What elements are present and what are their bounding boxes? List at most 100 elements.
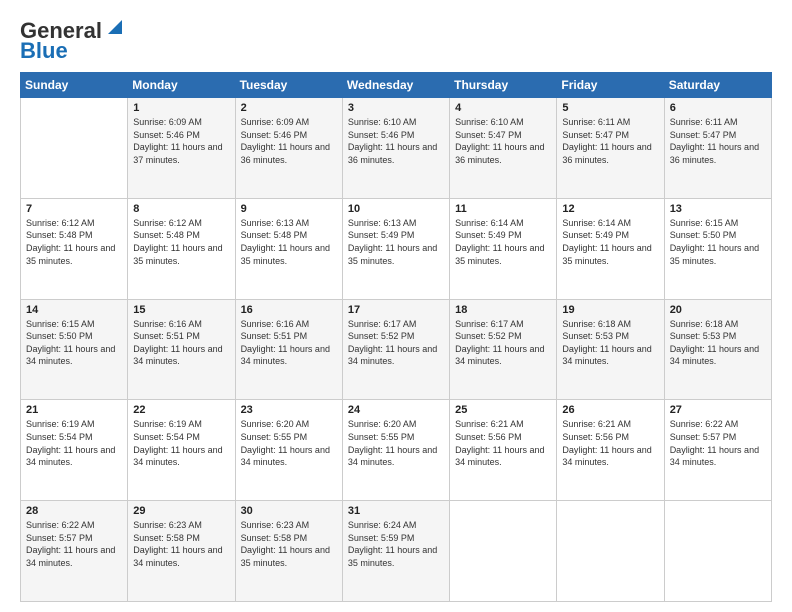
calendar-cell: 3Sunrise: 6:10 AMSunset: 5:46 PMDaylight… <box>342 98 449 199</box>
calendar-cell: 5Sunrise: 6:11 AMSunset: 5:47 PMDaylight… <box>557 98 664 199</box>
day-number: 27 <box>670 404 766 416</box>
calendar-table: SundayMondayTuesdayWednesdayThursdayFrid… <box>20 72 772 602</box>
calendar-cell: 9Sunrise: 6:13 AMSunset: 5:48 PMDaylight… <box>235 198 342 299</box>
calendar-cell <box>21 98 128 199</box>
calendar-cell: 8 Sunrise: 6:12 AMSunset: 5:48 PMDaylight… <box>128 198 235 299</box>
day-number: 21 <box>26 404 122 416</box>
day-info: Sunrise: 6:23 AMSunset: 5:58 PMDaylight:… <box>133 519 229 569</box>
calendar-cell: 17Sunrise: 6:17 AMSunset: 5:52 PMDayligh… <box>342 299 449 400</box>
day-number: 9 <box>241 203 337 215</box>
day-info: Sunrise: 6:16 AMSunset: 5:51 PMDaylight:… <box>133 318 229 368</box>
weekday-header-tuesday: Tuesday <box>235 73 342 98</box>
calendar-cell: 23 Sunrise: 6:20 AMSunset: 5:55 PMDayligh… <box>235 400 342 501</box>
day-number: 8 <box>133 203 229 215</box>
week-row-4: 21 Sunrise: 6:19 AMSunset: 5:54 PMDayligh… <box>21 400 772 501</box>
weekday-header-sunday: Sunday <box>21 73 128 98</box>
calendar-cell <box>557 501 664 602</box>
day-number: 13 <box>670 203 766 215</box>
day-info: Sunrise: 6:11 AMSunset: 5:47 PMDaylight:… <box>670 116 766 166</box>
weekday-header-monday: Monday <box>128 73 235 98</box>
day-number: 31 <box>348 505 444 517</box>
calendar-cell: 24 Sunrise: 6:20 AMSunset: 5:55 PMDayligh… <box>342 400 449 501</box>
day-number: 25 <box>455 404 551 416</box>
day-number: 24 <box>348 404 444 416</box>
weekday-header-wednesday: Wednesday <box>342 73 449 98</box>
calendar-cell: 29 Sunrise: 6:23 AMSunset: 5:58 PMDayligh… <box>128 501 235 602</box>
day-info: Sunrise: 6:24 AMSunset: 5:59 PMDaylight:… <box>348 519 444 569</box>
week-row-5: 28 Sunrise: 6:22 AMSunset: 5:57 PMDayligh… <box>21 501 772 602</box>
day-info: Sunrise: 6:09 AMSunset: 5:46 PMDaylight:… <box>133 116 229 166</box>
calendar-cell: 18 Sunrise: 6:17 AMSunset: 5:52 PMDayligh… <box>450 299 557 400</box>
calendar-cell: 30 Sunrise: 6:23 AMSunset: 5:58 PMDayligh… <box>235 501 342 602</box>
weekday-header-thursday: Thursday <box>450 73 557 98</box>
day-number: 18 <box>455 304 551 316</box>
day-info: Sunrise: 6:21 AMSunset: 5:56 PMDaylight:… <box>455 418 551 468</box>
day-info: Sunrise: 6:17 AMSunset: 5:52 PMDaylight:… <box>348 318 444 368</box>
day-info: Sunrise: 6:15 AMSunset: 5:50 PMDaylight:… <box>670 217 766 267</box>
day-number: 4 <box>455 102 551 114</box>
day-info: Sunrise: 6:18 AMSunset: 5:53 PMDaylight:… <box>670 318 766 368</box>
calendar-cell: 20 Sunrise: 6:18 AMSunset: 5:53 PMDayligh… <box>664 299 771 400</box>
day-info: Sunrise: 6:18 AMSunset: 5:53 PMDaylight:… <box>562 318 658 368</box>
day-number: 23 <box>241 404 337 416</box>
day-number: 16 <box>241 304 337 316</box>
logo: General Blue <box>20 16 126 62</box>
calendar-cell: 4 Sunrise: 6:10 AMSunset: 5:47 PMDaylight… <box>450 98 557 199</box>
day-number: 10 <box>348 203 444 215</box>
day-info: Sunrise: 6:22 AMSunset: 5:57 PMDaylight:… <box>26 519 122 569</box>
logo-blue: Blue <box>20 40 68 62</box>
logo-arrow-icon <box>104 16 126 38</box>
day-number: 19 <box>562 304 658 316</box>
calendar-cell: 7 Sunrise: 6:12 AMSunset: 5:48 PMDaylight… <box>21 198 128 299</box>
page: General Blue SundayMondayTuesdayWednesda… <box>0 0 792 612</box>
calendar-cell: 13 Sunrise: 6:15 AMSunset: 5:50 PMDayligh… <box>664 198 771 299</box>
day-number: 5 <box>562 102 658 114</box>
calendar-cell: 22 Sunrise: 6:19 AMSunset: 5:54 PMDayligh… <box>128 400 235 501</box>
day-number: 28 <box>26 505 122 517</box>
week-row-3: 14 Sunrise: 6:15 AMSunset: 5:50 PMDayligh… <box>21 299 772 400</box>
day-info: Sunrise: 6:22 AMSunset: 5:57 PMDaylight:… <box>670 418 766 468</box>
day-info: Sunrise: 6:14 AMSunset: 5:49 PMDaylight:… <box>562 217 658 267</box>
weekday-header-row: SundayMondayTuesdayWednesdayThursdayFrid… <box>21 73 772 98</box>
day-info: Sunrise: 6:19 AMSunset: 5:54 PMDaylight:… <box>133 418 229 468</box>
calendar-cell: 14 Sunrise: 6:15 AMSunset: 5:50 PMDayligh… <box>21 299 128 400</box>
day-number: 1 <box>133 102 229 114</box>
day-number: 12 <box>562 203 658 215</box>
day-number: 30 <box>241 505 337 517</box>
day-info: Sunrise: 6:17 AMSunset: 5:52 PMDaylight:… <box>455 318 551 368</box>
day-info: Sunrise: 6:19 AMSunset: 5:54 PMDaylight:… <box>26 418 122 468</box>
weekday-header-saturday: Saturday <box>664 73 771 98</box>
day-info: Sunrise: 6:13 AMSunset: 5:49 PMDaylight:… <box>348 217 444 267</box>
calendar-cell: 19 Sunrise: 6:18 AMSunset: 5:53 PMDayligh… <box>557 299 664 400</box>
calendar-cell: 12 Sunrise: 6:14 AMSunset: 5:49 PMDayligh… <box>557 198 664 299</box>
day-number: 11 <box>455 203 551 215</box>
day-number: 29 <box>133 505 229 517</box>
day-number: 7 <box>26 203 122 215</box>
header: General Blue <box>20 16 772 62</box>
day-info: Sunrise: 6:21 AMSunset: 5:56 PMDaylight:… <box>562 418 658 468</box>
day-number: 6 <box>670 102 766 114</box>
calendar-cell: 31 Sunrise: 6:24 AMSunset: 5:59 PMDayligh… <box>342 501 449 602</box>
calendar-cell: 10 Sunrise: 6:13 AMSunset: 5:49 PMDayligh… <box>342 198 449 299</box>
day-info: Sunrise: 6:20 AMSunset: 5:55 PMDaylight:… <box>241 418 337 468</box>
day-info: Sunrise: 6:23 AMSunset: 5:58 PMDaylight:… <box>241 519 337 569</box>
day-number: 20 <box>670 304 766 316</box>
calendar-cell: 21 Sunrise: 6:19 AMSunset: 5:54 PMDayligh… <box>21 400 128 501</box>
calendar-cell: 2Sunrise: 6:09 AMSunset: 5:46 PMDaylight… <box>235 98 342 199</box>
day-number: 15 <box>133 304 229 316</box>
calendar-cell: 28 Sunrise: 6:22 AMSunset: 5:57 PMDayligh… <box>21 501 128 602</box>
calendar-cell: 6 Sunrise: 6:11 AMSunset: 5:47 PMDaylight… <box>664 98 771 199</box>
day-info: Sunrise: 6:15 AMSunset: 5:50 PMDaylight:… <box>26 318 122 368</box>
calendar-cell <box>450 501 557 602</box>
day-info: Sunrise: 6:12 AMSunset: 5:48 PMDaylight:… <box>133 217 229 267</box>
day-number: 26 <box>562 404 658 416</box>
day-number: 22 <box>133 404 229 416</box>
calendar-cell: 26 Sunrise: 6:21 AMSunset: 5:56 PMDayligh… <box>557 400 664 501</box>
day-info: Sunrise: 6:10 AMSunset: 5:47 PMDaylight:… <box>455 116 551 166</box>
day-info: Sunrise: 6:20 AMSunset: 5:55 PMDaylight:… <box>348 418 444 468</box>
day-number: 14 <box>26 304 122 316</box>
day-info: Sunrise: 6:12 AMSunset: 5:48 PMDaylight:… <box>26 217 122 267</box>
day-info: Sunrise: 6:09 AMSunset: 5:46 PMDaylight:… <box>241 116 337 166</box>
week-row-2: 7 Sunrise: 6:12 AMSunset: 5:48 PMDaylight… <box>21 198 772 299</box>
calendar-cell: 1 Sunrise: 6:09 AMSunset: 5:46 PMDaylight… <box>128 98 235 199</box>
